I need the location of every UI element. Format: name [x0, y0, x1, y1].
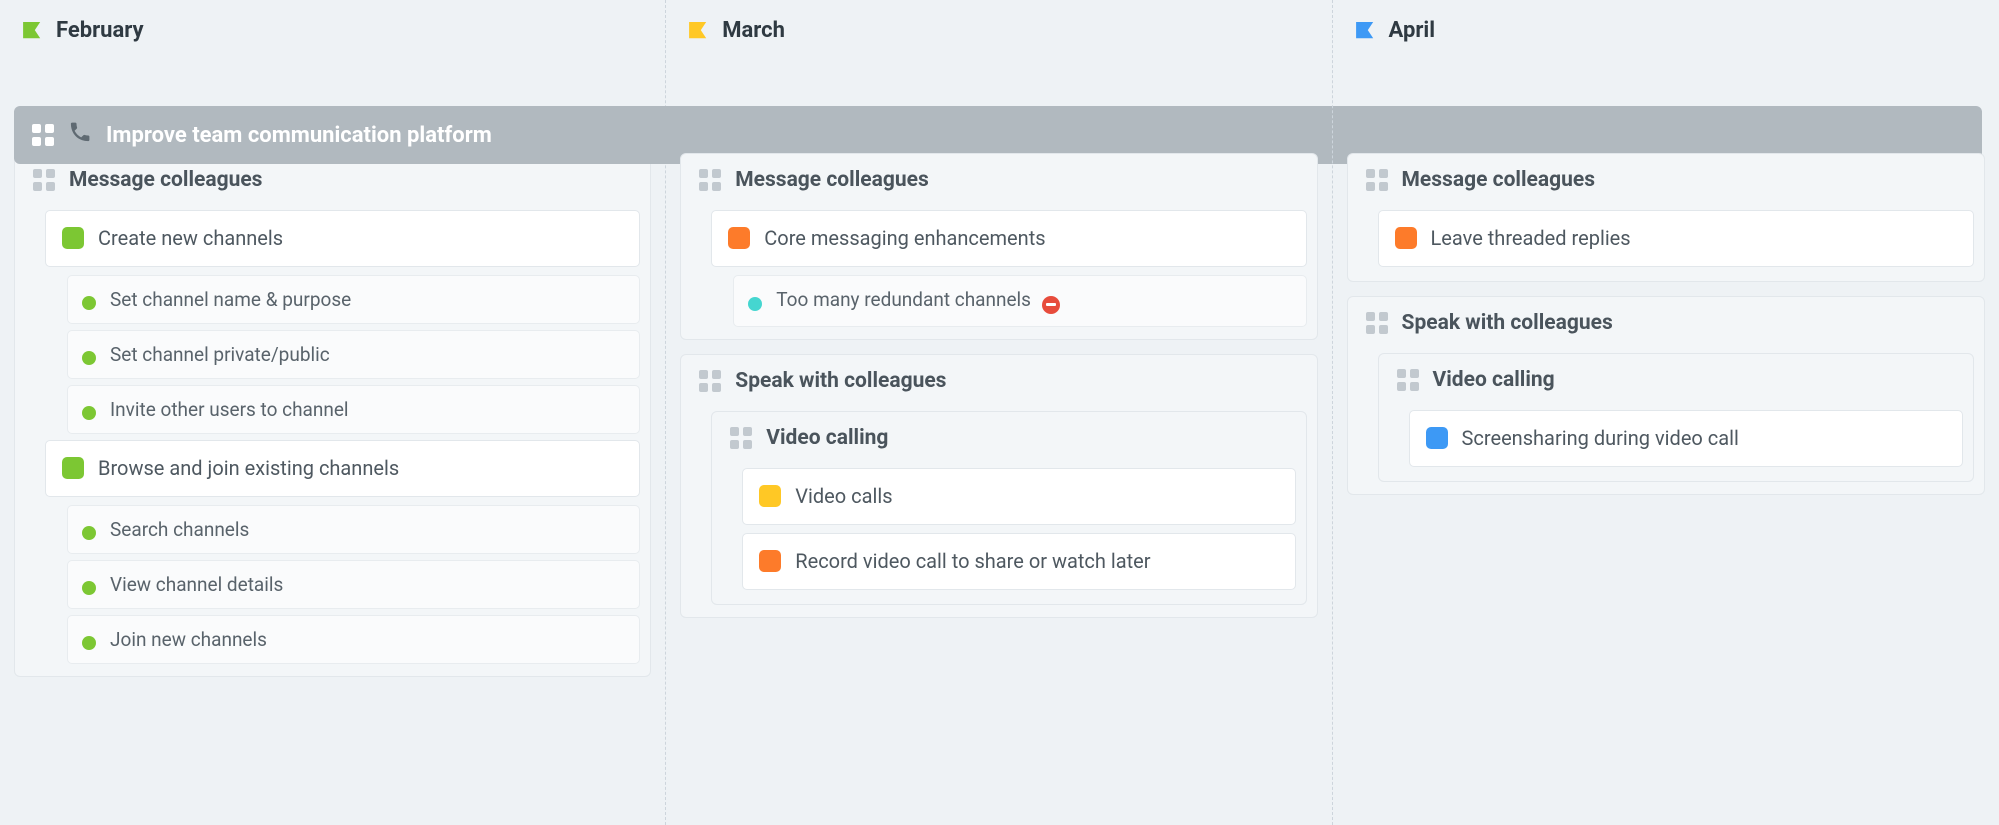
- card-screensharing[interactable]: Screensharing during video call: [1409, 410, 1963, 467]
- group-speak-with-colleagues: Speak with colleagues Video calling Vide…: [680, 354, 1317, 618]
- epic-title: Improve team communication platform: [106, 123, 492, 148]
- status-swatch: [1426, 427, 1448, 449]
- flag-icon: [22, 22, 44, 40]
- card-title: Video calls: [795, 483, 1278, 510]
- card-core-messaging[interactable]: Core messaging enhancements: [711, 210, 1306, 267]
- subcard-title: Search channels: [110, 518, 249, 541]
- drag-handle-icon[interactable]: [33, 169, 55, 191]
- card-create-new-channels[interactable]: Create new channels: [45, 210, 640, 267]
- status-dot: [82, 636, 96, 650]
- subcard-title: Set channel name & purpose: [110, 288, 351, 311]
- group-speak-with-colleagues: Speak with colleagues Video calling Scre…: [1347, 296, 1985, 495]
- card-browse-join-channels[interactable]: Browse and join existing channels: [45, 440, 640, 497]
- group-message-colleagues: Message colleagues Leave threaded replie…: [1347, 153, 1985, 282]
- status-swatch: [62, 227, 84, 249]
- status-dot: [82, 581, 96, 595]
- no-entry-icon: [1042, 296, 1060, 314]
- card-title: Leave threaded replies: [1431, 225, 1957, 252]
- status-dot: [82, 406, 96, 420]
- group-title: Speak with colleagues: [1402, 311, 1613, 335]
- month-label: March: [722, 18, 785, 43]
- group-message-colleagues: Message colleagues Create new channels S…: [14, 153, 651, 677]
- subgroup-header[interactable]: Video calling: [1379, 354, 1973, 404]
- subcard-note[interactable]: Too many redundant channels: [733, 275, 1306, 327]
- status-swatch: [759, 550, 781, 572]
- subcard-title: View channel details: [110, 573, 283, 596]
- subgroup-video-calling: Video calling Screensharing during video…: [1378, 353, 1974, 482]
- subcard[interactable]: Set channel private/public: [67, 330, 640, 379]
- status-dot: [82, 526, 96, 540]
- month-header[interactable]: February: [14, 12, 651, 63]
- flag-icon: [688, 22, 710, 40]
- column-content: Message colleagues Core messaging enhanc…: [680, 153, 1317, 618]
- card-title: Record video call to share or watch late…: [795, 548, 1278, 575]
- subcard-title: Join new channels: [110, 628, 267, 651]
- drag-handle-icon[interactable]: [1366, 312, 1388, 334]
- group-title: Message colleagues: [1402, 168, 1595, 192]
- drag-handle-icon[interactable]: [699, 169, 721, 191]
- subcard[interactable]: Set channel name & purpose: [67, 275, 640, 324]
- subcard-title: Too many redundant channels: [776, 288, 1059, 314]
- drag-handle-icon[interactable]: [699, 370, 721, 392]
- subgroup-header[interactable]: Video calling: [712, 412, 1305, 462]
- group-header[interactable]: Message colleagues: [681, 154, 1316, 204]
- month-label: February: [56, 18, 144, 43]
- status-swatch: [728, 227, 750, 249]
- drag-handle-icon[interactable]: [1397, 369, 1419, 391]
- subcard-title: Set channel private/public: [110, 343, 330, 366]
- status-swatch: [759, 485, 781, 507]
- drag-handle-icon[interactable]: [32, 124, 54, 146]
- subcard[interactable]: Search channels: [67, 505, 640, 554]
- roadmap-board: February Improve team communication plat…: [0, 0, 1999, 825]
- subcard[interactable]: Join new channels: [67, 615, 640, 664]
- group-title: Speak with colleagues: [735, 369, 946, 393]
- subgroup-title: Video calling: [1433, 368, 1555, 392]
- card-title: Create new channels: [98, 225, 623, 252]
- subgroup-title: Video calling: [766, 426, 888, 450]
- group-title: Message colleagues: [735, 168, 928, 192]
- subgroup-video-calling: Video calling Video calls Record video c…: [711, 411, 1306, 605]
- column-february: February Improve team communication plat…: [0, 0, 666, 825]
- subcard-title: Invite other users to channel: [110, 398, 349, 421]
- status-dot: [82, 351, 96, 365]
- month-label: April: [1389, 18, 1436, 43]
- column-content: Message colleagues Create new channels S…: [14, 153, 651, 677]
- subcard[interactable]: View channel details: [67, 560, 640, 609]
- flag-icon: [1355, 22, 1377, 40]
- group-title: Message colleagues: [69, 168, 262, 192]
- card-title: Screensharing during video call: [1462, 425, 1946, 452]
- column-march: March Message colleagues Core messaging …: [666, 0, 1332, 825]
- group-header[interactable]: Speak with colleagues: [681, 355, 1316, 405]
- month-header[interactable]: April: [1347, 12, 1985, 63]
- card-threaded-replies[interactable]: Leave threaded replies: [1378, 210, 1974, 267]
- subcard[interactable]: Invite other users to channel: [67, 385, 640, 434]
- column-april: April Message colleagues Leave threaded …: [1333, 0, 1999, 825]
- status-swatch: [62, 457, 84, 479]
- card-title: Browse and join existing channels: [98, 455, 623, 482]
- card-title: Core messaging enhancements: [764, 225, 1289, 252]
- card-record-video[interactable]: Record video call to share or watch late…: [742, 533, 1295, 590]
- group-message-colleagues: Message colleagues Core messaging enhanc…: [680, 153, 1317, 340]
- group-header[interactable]: Speak with colleagues: [1348, 297, 1984, 347]
- card-video-calls[interactable]: Video calls: [742, 468, 1295, 525]
- column-content: Message colleagues Leave threaded replie…: [1347, 153, 1985, 495]
- status-dot: [82, 296, 96, 310]
- drag-handle-icon[interactable]: [730, 427, 752, 449]
- status-swatch: [1395, 227, 1417, 249]
- month-header[interactable]: March: [680, 12, 1317, 63]
- drag-handle-icon[interactable]: [1366, 169, 1388, 191]
- status-dot: [748, 297, 762, 311]
- group-header[interactable]: Message colleagues: [1348, 154, 1984, 204]
- phone-icon: [68, 120, 92, 150]
